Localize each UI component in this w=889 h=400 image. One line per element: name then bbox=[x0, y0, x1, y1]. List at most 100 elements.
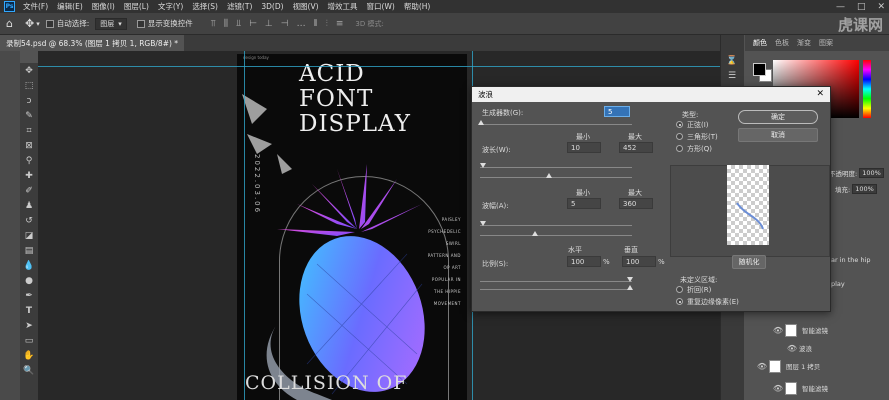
poster-artboard[interactable]: design today ACID FONT DISPLAY 2022.03.0… bbox=[237, 54, 467, 400]
scale-track-h[interactable] bbox=[480, 281, 632, 282]
quick-select-tool-icon[interactable]: ✎ bbox=[20, 108, 38, 123]
menu-help[interactable]: 帮助(H) bbox=[404, 1, 431, 12]
cancel-button[interactable]: 取消 bbox=[738, 128, 818, 142]
align-middle-icon[interactable]: ⫼ bbox=[224, 19, 228, 29]
lasso-tool-icon[interactable]: ↄ bbox=[20, 93, 38, 108]
layer-row[interactable]: 👁 智能滤镜 bbox=[745, 321, 889, 339]
tab-swatches[interactable]: 色板 bbox=[775, 38, 789, 48]
scale-h-thumb[interactable] bbox=[627, 277, 633, 282]
blur-tool-icon[interactable]: 💧 bbox=[20, 258, 38, 273]
menu-plugins[interactable]: 增效工具 bbox=[328, 1, 358, 12]
align-left-icon[interactable]: ⊢ bbox=[249, 19, 257, 29]
menu-image[interactable]: 图像(I) bbox=[92, 1, 115, 12]
align-right-icon[interactable]: ⊣ bbox=[281, 19, 289, 29]
layer-row[interactable]: 👁 智能滤镜 bbox=[745, 379, 889, 397]
menu-3d[interactable]: 3D(D) bbox=[261, 2, 283, 11]
eraser-tool-icon[interactable]: ◪ bbox=[20, 228, 38, 243]
wavelength-track-max[interactable] bbox=[480, 177, 632, 178]
guide-horizontal[interactable] bbox=[38, 66, 720, 67]
wavelength-max-input[interactable]: 452 bbox=[619, 142, 653, 153]
align-bottom-icon[interactable]: ⫫ bbox=[236, 19, 241, 29]
healing-brush-icon[interactable]: ✚ bbox=[20, 168, 38, 183]
dialog-titlebar[interactable]: 波浪 bbox=[472, 87, 830, 102]
more-options-icon[interactable]: … bbox=[297, 19, 306, 29]
history-brush-icon[interactable]: ↺ bbox=[20, 213, 38, 228]
close-window-button[interactable]: ✕ bbox=[877, 2, 885, 12]
scale-v-thumb[interactable] bbox=[627, 285, 633, 290]
scale-vertical-input[interactable]: 100 bbox=[622, 256, 656, 267]
fill-input[interactable]: 100% bbox=[852, 184, 877, 194]
align-top-icon[interactable]: ⫪ bbox=[211, 19, 216, 29]
wrap-around-radio[interactable] bbox=[676, 286, 683, 293]
wavelength-track-min[interactable] bbox=[480, 167, 632, 168]
menu-type[interactable]: 文字(Y) bbox=[158, 1, 183, 12]
generators-track[interactable] bbox=[480, 124, 632, 125]
chevron-down-icon[interactable]: ▾ bbox=[36, 20, 40, 28]
eye-icon[interactable]: 👁 bbox=[755, 362, 769, 371]
shape-tool-icon[interactable]: ▭ bbox=[20, 333, 38, 348]
menu-filter[interactable]: 滤镜(T) bbox=[227, 1, 252, 12]
menu-edit[interactable]: 编辑(E) bbox=[57, 1, 83, 12]
type-square-radio[interactable] bbox=[676, 145, 683, 152]
randomize-button[interactable]: 随机化 bbox=[732, 255, 766, 269]
distribute-h-icon[interactable]: ⫶ bbox=[326, 19, 328, 29]
scale-track-v[interactable] bbox=[480, 289, 632, 290]
eye-icon[interactable]: 👁 bbox=[785, 344, 799, 353]
amplitude-track-max[interactable] bbox=[480, 235, 632, 236]
wavelength-min-input[interactable]: 10 bbox=[567, 142, 601, 153]
menu-select[interactable]: 选择(S) bbox=[192, 1, 218, 12]
pen-tool-icon[interactable]: ✒ bbox=[20, 288, 38, 303]
marquee-tool-icon[interactable]: ⬚ bbox=[20, 78, 38, 93]
generators-slider-thumb[interactable] bbox=[478, 120, 484, 125]
document-tab[interactable]: 录制54.psd @ 68.3% (图层 1 拷贝 1, RGB/8#) * bbox=[0, 35, 185, 51]
align-center-icon[interactable]: ⊥ bbox=[265, 19, 273, 29]
wavelength-min-thumb[interactable] bbox=[480, 163, 486, 168]
opacity-input[interactable]: 100% bbox=[859, 168, 884, 178]
crop-tool-icon[interactable]: ⌗ bbox=[20, 123, 38, 138]
brush-tool-icon[interactable]: ✐ bbox=[20, 183, 38, 198]
generators-input[interactable]: 5 bbox=[604, 106, 630, 117]
frame-tool-icon[interactable]: ⊠ bbox=[20, 138, 38, 153]
guide-vertical-left[interactable] bbox=[244, 51, 245, 400]
ok-button[interactable]: 确定 bbox=[738, 110, 818, 124]
tab-color[interactable]: 颜色 bbox=[753, 38, 767, 48]
eye-icon[interactable]: 👁 bbox=[771, 326, 785, 335]
type-triangle-radio[interactable] bbox=[676, 133, 683, 140]
auto-select-checkbox[interactable] bbox=[45, 19, 54, 28]
amplitude-min-thumb[interactable] bbox=[480, 221, 486, 226]
maximize-button[interactable]: □ bbox=[857, 2, 866, 12]
scale-horizontal-input[interactable]: 100 bbox=[567, 256, 601, 267]
type-sine-radio[interactable] bbox=[676, 121, 683, 128]
distribute-v-icon[interactable]: ≡ bbox=[336, 19, 344, 29]
history-icon[interactable]: ⌛ bbox=[721, 53, 743, 68]
zoom-tool-icon[interactable]: 🔍 bbox=[20, 363, 38, 378]
distribute-icon[interactable]: ⦀ bbox=[314, 19, 318, 29]
path-select-icon[interactable]: ➤ bbox=[20, 318, 38, 333]
move-tool-icon[interactable]: ✥ bbox=[20, 63, 38, 78]
eyedropper-tool-icon[interactable]: ⚲ bbox=[20, 153, 38, 168]
menu-window[interactable]: 窗口(W) bbox=[367, 1, 395, 12]
repeat-edge-radio[interactable] bbox=[676, 298, 683, 305]
menu-file[interactable]: 文件(F) bbox=[23, 1, 48, 12]
tab-gradients[interactable]: 渐变 bbox=[797, 38, 811, 48]
auto-select-dropdown[interactable]: 图层 ▾ bbox=[95, 17, 127, 30]
amplitude-min-input[interactable]: 5 bbox=[567, 198, 601, 209]
close-icon[interactable]: ✕ bbox=[816, 89, 824, 99]
properties-icon[interactable]: ☰ bbox=[721, 68, 743, 83]
eye-icon[interactable]: 👁 bbox=[771, 384, 785, 393]
foreground-color-swatch[interactable] bbox=[753, 63, 766, 76]
menu-view[interactable]: 视图(V) bbox=[293, 1, 319, 12]
clone-stamp-icon[interactable]: ♟ bbox=[20, 198, 38, 213]
minimize-button[interactable]: — bbox=[836, 2, 845, 12]
home-icon[interactable]: ⌂ bbox=[6, 17, 13, 30]
amplitude-max-thumb[interactable] bbox=[532, 231, 538, 236]
amplitude-track-min[interactable] bbox=[480, 225, 632, 226]
tab-patterns[interactable]: 图案 bbox=[819, 38, 833, 48]
layer-row[interactable]: 👁 图层 1 拷贝 bbox=[745, 357, 889, 375]
show-transform-checkbox[interactable] bbox=[136, 19, 145, 28]
move-tool-icon[interactable]: ✥ bbox=[25, 17, 34, 30]
layer-row[interactable]: 👁 波浪 bbox=[745, 339, 889, 357]
gradient-tool-icon[interactable]: ▤ bbox=[20, 243, 38, 258]
dodge-tool-icon[interactable]: ● bbox=[20, 273, 38, 288]
amplitude-max-input[interactable]: 360 bbox=[619, 198, 653, 209]
